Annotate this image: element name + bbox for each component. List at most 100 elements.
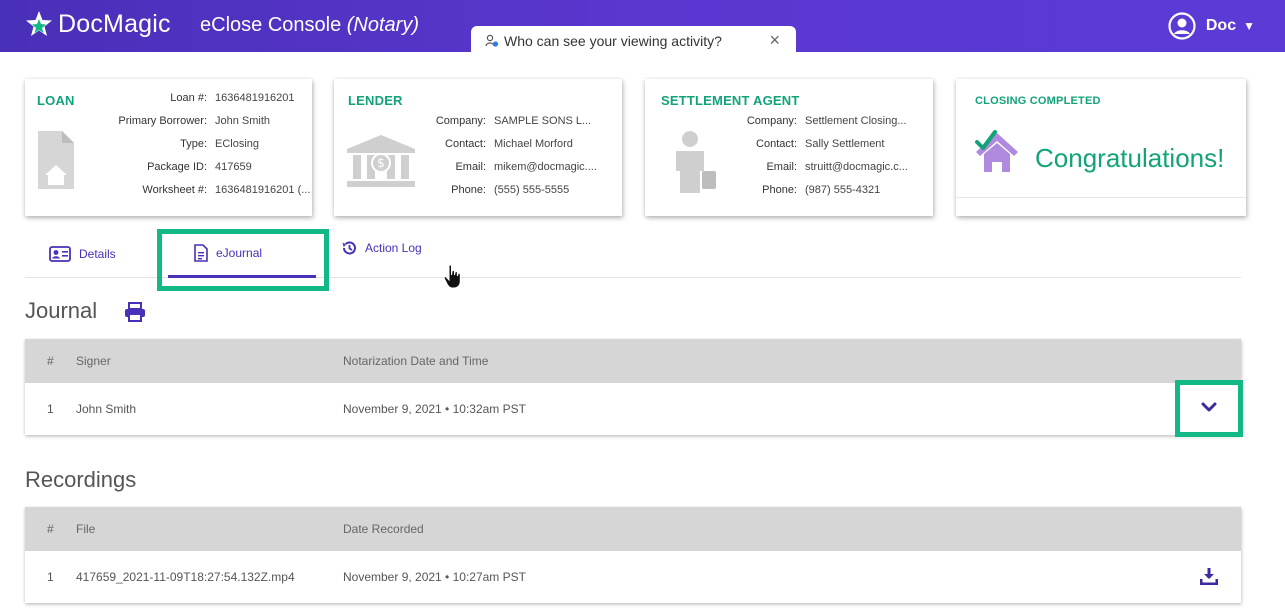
field-value: Michael Morford [494,138,573,150]
field-label: Company: [435,115,486,127]
column-header-number: # [47,522,54,536]
printer-icon[interactable] [124,302,146,322]
user-menu[interactable]: Doc ▼ [1168,12,1255,40]
close-icon[interactable]: × [769,30,780,51]
recordings-title: Recordings [25,467,137,492]
field-value: struitt@docmagic.c... [805,161,908,173]
chevron-down-icon: ▼ [1243,19,1255,33]
field-label: Phone: [762,184,797,196]
agent-field-row: Email: struitt@docmagic.c... [730,156,908,179]
field-label: Primary Borrower: [118,115,207,127]
field-value: John Smith [215,115,271,127]
column-header-number: # [47,354,54,368]
field-label: Package ID: [147,161,207,173]
column-header-signer: Signer [76,354,111,368]
loan-field-row: Primary Borrower: John Smith [83,110,310,133]
field-value: Settlement Closing... [805,115,907,127]
loan-field-row: Loan #: 1636481916201 [83,87,310,110]
notarization-datetime: November 9, 2021 • 10:32am PST [343,402,526,416]
console-title-text: eClose Console [200,14,342,36]
console-role: (Notary) [346,14,419,36]
field-label: Contact: [756,138,797,150]
agent-field-row: Company: Settlement Closing... [730,110,908,133]
lender-field-row: Contact: Michael Morford [422,133,597,156]
recording-date: November 9, 2021 • 10:27am PST [343,570,526,584]
star-logo-icon [26,11,52,36]
lender-field-row: Phone: (555) 555-5555 [422,179,597,202]
column-header-notarization-date: Notarization Date and Time [343,354,489,368]
journal-table-header: # Signer Notarization Date and Time [25,339,1241,383]
table-row[interactable]: 1 417659_2021-11-09T18:27:54.132Z.mp4 No… [25,551,1241,603]
field-label: Email: [766,161,797,173]
lender-fields: Company: SAMPLE SONS L... Contact: Michael… [422,110,597,202]
brand-logo[interactable]: DocMagic [24,9,171,39]
id-card-icon [49,246,71,262]
field-value: (555) 555-5555 [494,184,570,196]
field-label: Worksheet #: [142,184,207,196]
people-icon [485,34,499,47]
viewing-activity-text: Who can see your viewing activity? [504,33,722,49]
field-value: 1636481916201 (... [215,184,311,196]
user-name: Doc [1205,17,1237,34]
congratulations-message: Congratulations! [1035,143,1225,173]
lender-card: LENDER $ Company: SAMPLE SONS L... Contac… [334,79,622,216]
recording-file-name: 417659_2021-11-09T18:27:54.132Z.mp4 [76,570,295,584]
tab-details-label: Details [79,247,116,261]
field-value: 1636481916201 [215,92,295,104]
journal-table: # Signer Notarization Date and Time 1 Jo… [25,339,1241,435]
recordings-table: # File Date Recorded 1 417659_2021-11-09… [25,507,1241,603]
closing-completed-card: CLOSING COMPLETED Congratulations! [956,79,1246,216]
table-row[interactable]: 1 John Smith November 9, 2021 • 10:32am … [25,383,1241,435]
column-header-file: File [76,522,96,536]
settlement-agent-card-title: SETTLEMENT AGENT [661,93,800,108]
loan-card: LOAN Loan #: 1636481916201 Primary Borrow… [25,79,312,216]
agent-field-row: Phone: (987) 555-4321 [730,179,908,202]
console-title: eClose Console (Notary) [200,14,419,37]
loan-card-title: LOAN [37,93,75,108]
row-number: 1 [47,402,54,416]
field-label: Type: [180,138,207,150]
field-value: (987) 555-4321 [805,184,881,196]
bank-icon: $ [347,135,415,187]
lender-card-title: LENDER [348,93,403,108]
lender-field-row: Email: mikem@docmagic.... [422,156,596,179]
loan-fields: Loan #: 1636481916201 Primary Borrower: Jo… [83,87,310,202]
journal-title: Journal [25,298,98,323]
field-value: SAMPLE SONS L... [494,115,592,127]
card-divider [956,197,1246,198]
user-avatar-icon [1168,12,1196,40]
loan-field-row: Package ID: 417659 [83,156,310,179]
tab-action-log-label: Action Log [365,241,422,255]
tab-details[interactable]: Details [49,230,129,278]
hand-cursor-icon [443,264,461,289]
field-label: Company: [746,115,797,127]
highlight-expand-row [1175,380,1243,437]
download-icon[interactable] [1200,567,1218,585]
history-icon [342,241,356,255]
closing-card-title: CLOSING COMPLETED [975,95,1101,107]
svg-text:$: $ [377,156,385,170]
highlight-ejournal-tab [157,229,329,291]
field-value: EClosing [215,138,260,150]
loan-field-row: Worksheet #: 1636481916201 (... [83,179,310,202]
field-value: 417659 [215,161,252,173]
settlement-agent-card: SETTLEMENT AGENT Company: Settlement Clos… [645,79,933,216]
brand-name: DocMagic [58,9,171,38]
viewing-activity-popover[interactable]: Who can see your viewing activity? × [471,26,796,56]
column-header-date-recorded: Date Recorded [343,522,424,536]
loan-field-row: Type: EClosing [83,133,310,156]
field-value: Sally Settlement [805,138,885,150]
tab-action-log[interactable]: Action Log [341,224,451,272]
settlement-agent-fields: Company: Settlement Closing... Contact: Sa… [730,110,908,202]
field-label: Email: [455,161,486,173]
house-document-icon [38,131,74,189]
row-number: 1 [47,570,54,584]
field-label: Loan #: [170,92,207,104]
field-label: Phone: [451,184,486,196]
recordings-table-header: # File Date Recorded [25,507,1241,551]
agent-field-row: Contact: Sally Settlement [730,133,908,156]
lender-field-row: Company: SAMPLE SONS L... [422,110,597,133]
signer-name: John Smith [76,402,137,416]
field-label: Contact: [445,138,486,150]
agent-person-icon [676,131,716,193]
